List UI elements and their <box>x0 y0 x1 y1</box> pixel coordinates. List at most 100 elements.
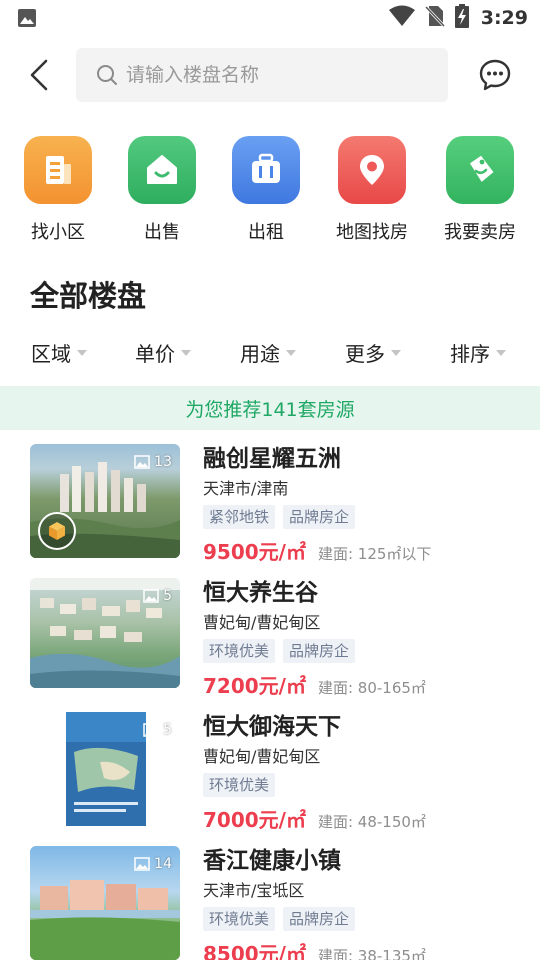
photo-count: 14 <box>134 856 172 872</box>
building-icon <box>24 136 92 204</box>
filter-usage[interactable]: 用途 <box>240 332 296 372</box>
listing-photo[interactable]: 13 <box>30 444 180 558</box>
image-icon <box>134 455 150 469</box>
listing-area: 建面: 38-135㎡ <box>317 947 426 960</box>
filter-label: 更多 <box>345 341 385 366</box>
listing-info: 融创星耀五洲 天津市/津南 紧邻地铁 品牌房企 9500元/㎡ 建面: 125㎡… <box>203 444 523 564</box>
listing-info: 香江健康小镇 天津市/宝坻区 环境优美 品牌房企 8500元/㎡ 建面: 38-… <box>203 846 523 960</box>
search-icon <box>97 65 117 85</box>
listing-name: 香江健康小镇 <box>203 848 341 874</box>
caret-down-icon <box>391 350 401 356</box>
luggage-icon <box>232 136 300 204</box>
tag: 品牌房企 <box>283 907 356 931</box>
category-grid: 找小区 出售 出租 地图找房 我要卖房 <box>0 136 540 246</box>
listing-name: 融创星耀五洲 <box>203 446 341 472</box>
header <box>0 44 540 106</box>
listing-name: 恒大御海天下 <box>203 714 341 740</box>
wifi-icon <box>388 5 415 31</box>
listing-item[interactable]: 14 香江健康小镇 天津市/宝坻区 环境优美 品牌房企 8500元/㎡ 建面: … <box>0 846 540 960</box>
filter-bar: 区域 单价 用途 更多 排序 <box>0 332 540 372</box>
recommendation-banner: 为您推荐141套房源 <box>0 386 540 430</box>
vr-cube-icon <box>49 522 65 540</box>
vr-tour-badge[interactable] <box>38 512 76 550</box>
listing-location: 天津市/宝坻区 <box>203 881 305 900</box>
listing-photo[interactable]: 5 <box>30 578 180 688</box>
caret-down-icon <box>496 350 506 356</box>
search-box[interactable] <box>76 48 448 102</box>
chevron-left-icon <box>30 59 48 91</box>
photo-count: 5 <box>143 722 172 738</box>
listing-info: 恒大养生谷 曹妃甸/曹妃甸区 环境优美 品牌房企 7200元/㎡ 建面: 80-… <box>203 578 523 698</box>
back-button[interactable] <box>22 56 56 94</box>
category-label: 出售 <box>144 222 180 243</box>
listing-price: 7200元/㎡ <box>203 674 306 698</box>
listing-price: 7000元/㎡ <box>203 808 306 832</box>
photo-count-value: 13 <box>154 454 172 470</box>
category-map-search[interactable]: 地图找房 <box>324 136 420 244</box>
price-tag-icon <box>446 136 514 204</box>
battery-charging-icon <box>454 4 469 32</box>
listing-area: 建面: 80-165㎡ <box>317 679 426 697</box>
image-icon <box>143 723 159 737</box>
listing-name: 恒大养生谷 <box>203 580 318 606</box>
gallery-icon <box>17 8 37 32</box>
listing-location: 天津市/津南 <box>203 479 289 498</box>
image-icon <box>134 857 150 871</box>
filter-sort[interactable]: 排序 <box>450 332 506 372</box>
listing-tags: 环境优美 品牌房企 <box>203 639 523 663</box>
listing-location: 曹妃甸/曹妃甸区 <box>203 613 321 632</box>
listing-item[interactable]: 13 融创星耀五洲 天津市/津南 紧邻地铁 品牌房企 9500元/㎡ 建面: 1… <box>0 444 540 564</box>
status-time: 3:29 <box>480 7 528 29</box>
filter-more[interactable]: 更多 <box>345 332 401 372</box>
listing-bottom-row: 9500元/㎡ 建面: 125㎡以下 <box>203 536 523 564</box>
listing-photo[interactable]: 14 <box>30 846 180 960</box>
tag: 环境优美 <box>203 639 276 663</box>
listing-area: 建面: 48-150㎡ <box>317 813 426 831</box>
message-button[interactable] <box>478 58 512 92</box>
search-input[interactable] <box>126 64 426 86</box>
caret-down-icon <box>77 350 87 356</box>
listing-item[interactable]: 5 恒大养生谷 曹妃甸/曹妃甸区 环境优美 品牌房企 7200元/㎡ 建面: 8… <box>0 578 540 698</box>
filter-label: 单价 <box>135 341 175 366</box>
no-sim-icon <box>424 5 445 31</box>
filter-label: 区域 <box>31 341 71 366</box>
category-rent[interactable]: 出租 <box>218 136 314 244</box>
category-label: 找小区 <box>31 222 85 243</box>
listing-item[interactable]: 5 恒大御海天下 曹妃甸/曹妃甸区 环境优美 7000元/㎡ 建面: 48-15… <box>0 712 540 832</box>
chat-bubble-icon <box>479 59 511 91</box>
filter-region[interactable]: 区域 <box>31 332 87 372</box>
tag: 紧邻地铁 <box>203 505 276 529</box>
category-sell-my-house[interactable]: 我要卖房 <box>432 136 528 244</box>
listing-price: 8500元/㎡ <box>203 942 306 960</box>
listing-tags: 环境优美 <box>203 773 523 797</box>
listing-location: 曹妃甸/曹妃甸区 <box>203 747 321 766</box>
filter-label: 排序 <box>450 341 490 366</box>
tag: 品牌房企 <box>283 639 356 663</box>
listing-area: 建面: 125㎡以下 <box>317 545 432 563</box>
map-pin-icon <box>338 136 406 204</box>
status-bar: 3:29 <box>0 0 540 36</box>
listing-bottom-row: 7200元/㎡ 建面: 80-165㎡ <box>203 670 523 698</box>
photo-count: 5 <box>143 588 172 604</box>
category-find-community[interactable]: 找小区 <box>10 136 106 244</box>
section-title: 全部楼盘 <box>30 279 147 313</box>
category-label: 地图找房 <box>336 222 408 243</box>
listing-info: 恒大御海天下 曹妃甸/曹妃甸区 环境优美 7000元/㎡ 建面: 48-150㎡ <box>203 712 523 832</box>
tag: 环境优美 <box>203 907 276 931</box>
filter-unit-price[interactable]: 单价 <box>135 332 191 372</box>
tag: 环境优美 <box>203 773 276 797</box>
tag: 品牌房企 <box>283 505 356 529</box>
photo-count-value: 14 <box>154 856 172 872</box>
listing-bottom-row: 8500元/㎡ 建面: 38-135㎡ <box>203 938 523 960</box>
listing-tags: 环境优美 品牌房企 <box>203 907 523 931</box>
photo-count-value: 5 <box>163 588 172 604</box>
filter-label: 用途 <box>240 341 280 366</box>
caret-down-icon <box>181 350 191 356</box>
category-sell[interactable]: 出售 <box>114 136 210 244</box>
listing-tags: 紧邻地铁 品牌房企 <box>203 505 523 529</box>
listing-photo[interactable]: 5 <box>30 712 180 826</box>
image-icon <box>143 589 159 603</box>
house-icon <box>128 136 196 204</box>
caret-down-icon <box>286 350 296 356</box>
photo-count-value: 5 <box>163 722 172 738</box>
